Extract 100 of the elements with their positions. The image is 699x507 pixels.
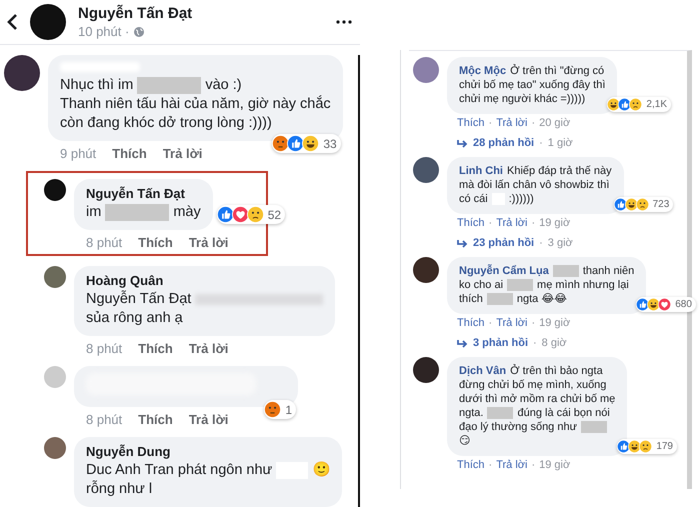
globe-icon: [133, 26, 146, 38]
replies-link[interactable]: 23 phản hồi: [473, 237, 534, 249]
reaction-count: 33: [323, 136, 337, 150]
redaction-block: [487, 407, 514, 419]
separator-dot: ·: [531, 117, 536, 129]
reactions-badge[interactable]: 179: [617, 439, 677, 454]
commenter-name[interactable]: Linh Chi: [459, 164, 503, 178]
comment-action-link[interactable]: Thích: [457, 217, 485, 229]
more-icon[interactable]: [336, 20, 352, 24]
replies-link[interactable]: 3 phản hồi: [473, 337, 528, 349]
comment-time: 8 phút: [86, 341, 122, 356]
comment-text: còn đang khóc dở trong lòng :)))): [60, 114, 272, 133]
comment-action-link[interactable]: Thích: [457, 317, 485, 329]
avatar[interactable]: [413, 257, 439, 283]
comment-text: đúng là cái bọn nói: [517, 406, 610, 420]
comment-time: 20 giờ: [539, 117, 570, 129]
comment-action-link[interactable]: Trả lời: [496, 217, 528, 229]
redaction-block: [486, 293, 513, 305]
reactions-badge[interactable]: 680: [636, 297, 696, 312]
reply-arrow-icon: [457, 238, 468, 248]
comment-text: Khiếp đáp trả thế này: [507, 164, 612, 178]
separator-dot: ·: [533, 337, 537, 349]
reactions-badge[interactable]: 1: [264, 400, 296, 419]
reaction-count: 680: [675, 299, 692, 310]
comment-action-link[interactable]: Thích: [457, 459, 485, 471]
comment-text: Nguyễn Tấn Đạt: [86, 290, 192, 309]
comment-text: :)))))): [508, 192, 534, 206]
reply-link[interactable]: Trả lời: [188, 412, 228, 427]
comment-text: chửi mẹ người khác =))))): [459, 92, 586, 106]
commenter-name[interactable]: Hoàng Quân: [86, 273, 324, 288]
separator-dot: ·: [539, 137, 543, 149]
separator-dot: ·: [488, 317, 492, 329]
redaction-block: [507, 279, 534, 291]
comment-action-link[interactable]: Trả lời: [496, 459, 528, 471]
separator-dot: ·: [531, 317, 536, 329]
reaction-count: 2,1K: [646, 99, 667, 110]
comment-time: 8 phút: [86, 235, 122, 250]
comment-text: đạo lý thường sống như: [459, 420, 577, 434]
comment-time: 19 giờ: [539, 217, 570, 229]
commenter-name[interactable]: Nguyễn Cẩm Lụa: [459, 264, 549, 278]
reactions-badge[interactable]: 33: [272, 134, 341, 153]
redaction-block: [552, 265, 579, 277]
like-link[interactable]: Thích: [138, 235, 173, 250]
comment-time: 9 phút: [60, 146, 96, 161]
comment-text: dưới thì mở mồm ra chửi bố mẹ: [459, 392, 616, 406]
replies-time: 8 giờ: [542, 337, 567, 349]
comment-action-link[interactable]: Trả lời: [496, 117, 528, 129]
avatar[interactable]: [413, 157, 439, 183]
comment-text: im: [86, 203, 102, 222]
separator-dot: ·: [531, 459, 536, 471]
comment-text: ko cho ai: [459, 278, 504, 292]
comment-text: vào :): [205, 76, 242, 95]
reaction-count: 52: [268, 208, 282, 222]
reactions-badge[interactable]: 52: [216, 205, 286, 224]
reactions-badge[interactable]: 723: [614, 197, 674, 212]
back-icon[interactable]: [6, 13, 18, 31]
comment-text: có cái: [459, 192, 488, 206]
reply-arrow-icon: [457, 338, 468, 348]
reply-arrow-icon: [457, 138, 468, 148]
comment-text: rỗng như l: [86, 480, 152, 499]
comment-text: thanh niên: [582, 264, 634, 278]
reply-link[interactable]: Trả lời: [188, 341, 228, 356]
post-time: 10 phút ·: [78, 24, 130, 39]
comment-text: mày: [173, 203, 201, 222]
comment-time: 19 giờ: [539, 459, 570, 471]
separator-dot: ·: [488, 217, 492, 229]
comment-time: 19 giờ: [539, 317, 570, 329]
comment-action-link[interactable]: Trả lời: [496, 317, 528, 329]
replies-time: 3 giờ: [548, 237, 573, 249]
avatar[interactable]: [30, 4, 66, 40]
comment-text: 🙂: [312, 461, 330, 480]
reaction-count: 723: [652, 199, 670, 210]
comment-text: Ở trên thì bảo ngta: [510, 364, 603, 378]
comment-text: 😏: [459, 434, 470, 448]
comment-text: đừng chửi bố mẹ mình, xuống: [459, 378, 606, 392]
avatar[interactable]: [44, 179, 66, 201]
comment-text: Duc Anh Tran phát ngôn như: [86, 461, 272, 480]
avatar[interactable]: [413, 357, 439, 383]
comment-action-link[interactable]: Thích: [457, 117, 485, 129]
like-link[interactable]: Thích: [112, 146, 147, 161]
comment-time: 8 phút: [86, 412, 122, 427]
like-link[interactable]: Thích: [138, 412, 173, 427]
redaction-block: [137, 77, 202, 94]
comment-text: chửi bố mẹ tao" xuống đây thì: [459, 78, 606, 92]
like-link[interactable]: Thích: [138, 341, 173, 356]
commenter-name[interactable]: Nguyễn Tấn Đạt: [86, 186, 201, 201]
comment-text: Ở trên thì "đừng có: [510, 64, 604, 78]
comment-text: thích: [459, 292, 483, 306]
replies-time: 1 giờ: [548, 137, 573, 149]
commenter-name[interactable]: Dịch Vân: [459, 364, 506, 378]
commenter-name[interactable]: Mộc Mộc: [459, 64, 506, 78]
redaction-block: [105, 204, 170, 221]
commenter-name[interactable]: Nguyễn Dung: [86, 444, 330, 459]
avatar[interactable]: [4, 55, 40, 91]
comment-text: Nhục thì im: [60, 76, 134, 95]
reply-link[interactable]: Trả lời: [162, 146, 202, 161]
reactions-badge[interactable]: 2,1K: [607, 97, 671, 112]
post-author[interactable]: Nguyễn Tấn Đạt: [78, 5, 324, 22]
replies-link[interactable]: 28 phản hồi: [473, 137, 534, 149]
reply-link[interactable]: Trả lời: [188, 235, 228, 250]
